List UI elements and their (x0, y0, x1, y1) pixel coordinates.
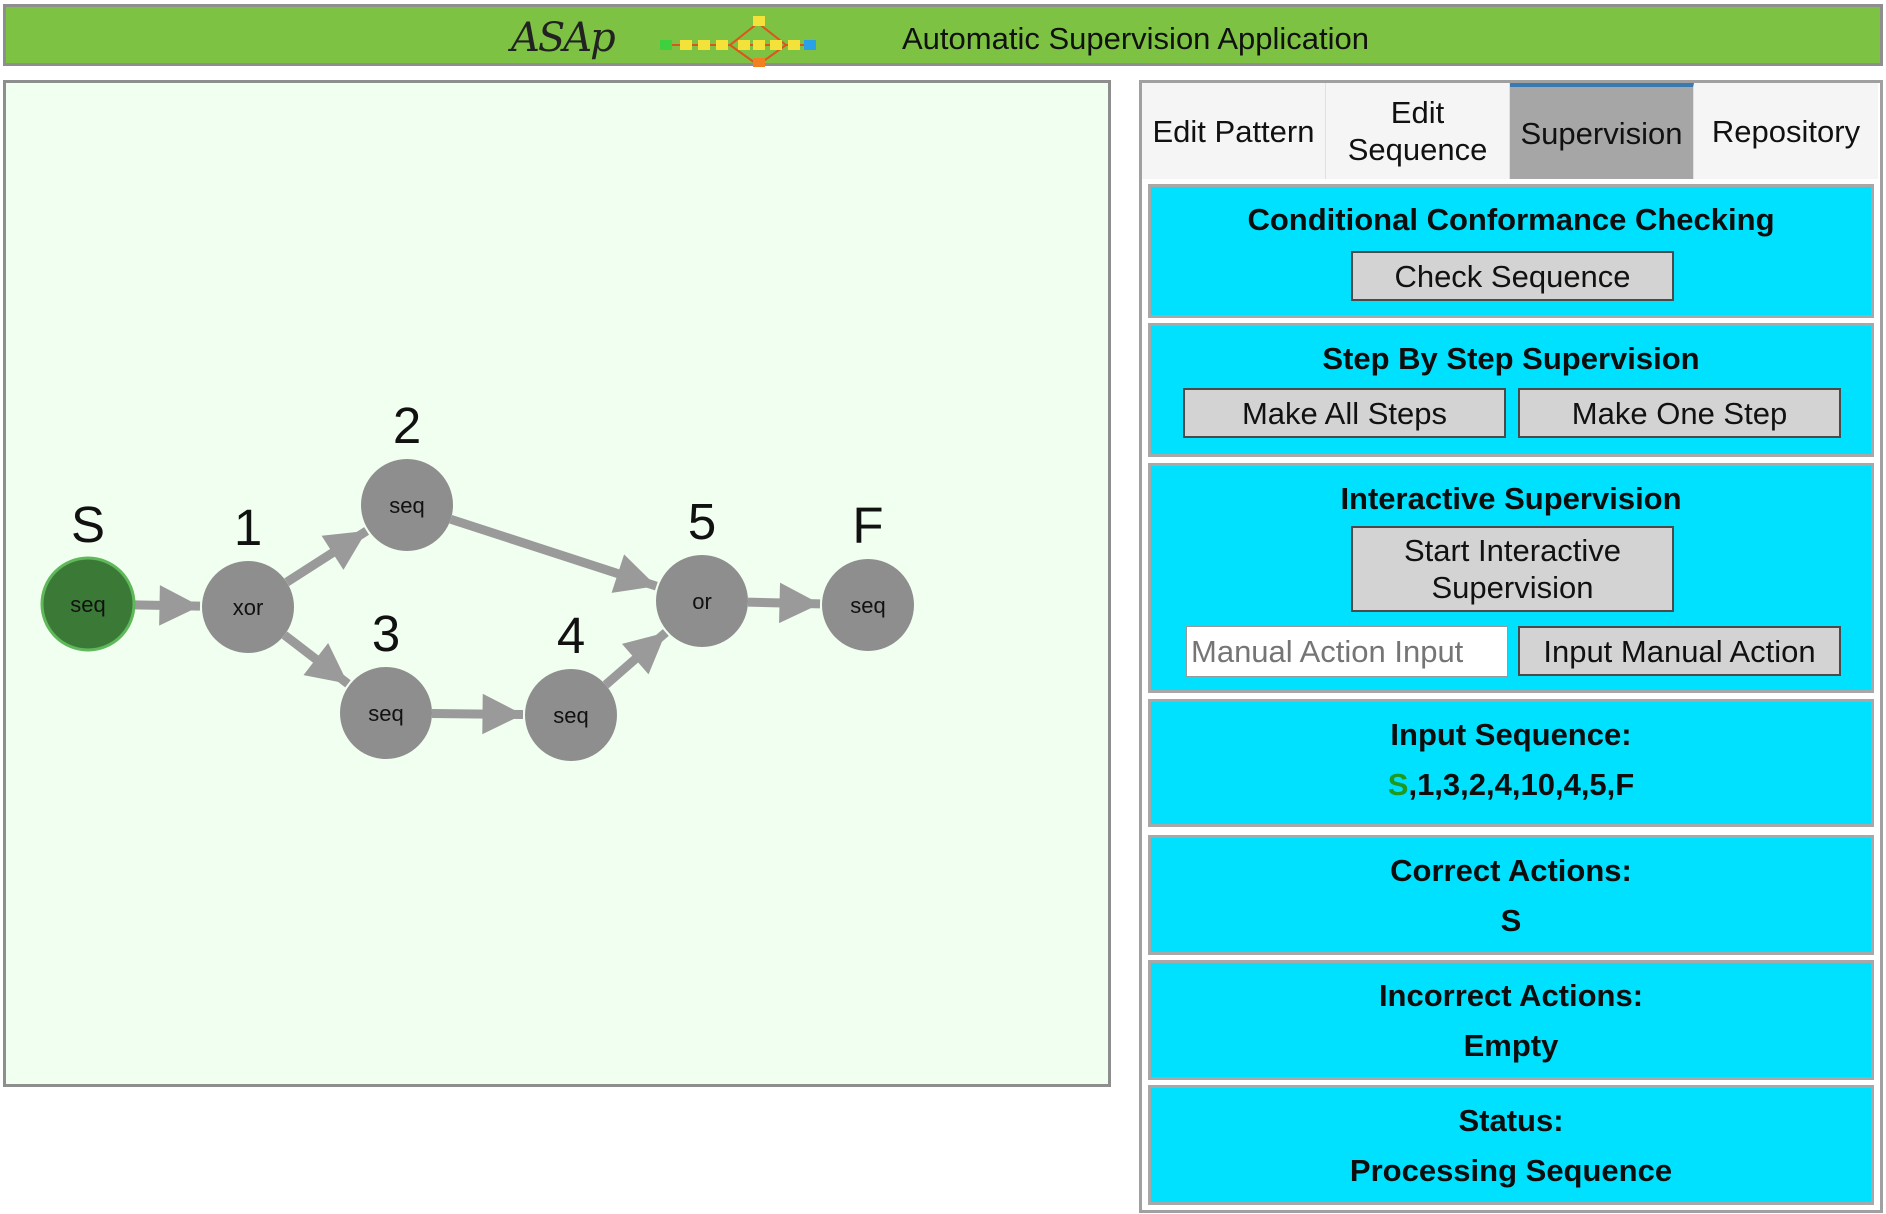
graph-node-2[interactable]: seq 2 (361, 397, 453, 551)
graph-nodes: seq Sxor 1 seq 2 seq 3 seq 4 or 5 seq F (40, 397, 914, 761)
interactive-section: Interactive Supervision Start Interactiv… (1148, 463, 1874, 693)
conformance-title: Conditional Conformance Checking (1247, 202, 1775, 237)
make-one-step-button[interactable]: Make One Step (1518, 388, 1841, 438)
app-title: Automatic Supervision Application (902, 21, 1369, 56)
pattern-graph-canvas[interactable]: seq Sxor 1 seq 2 seq 3 seq 4 or 5 seq F (3, 80, 1111, 1087)
node-type-label: seq (850, 593, 885, 618)
incorrect-actions-section: Incorrect Actions: Empty (1148, 960, 1874, 1080)
start-interactive-button[interactable]: Start Interactive Supervision (1351, 526, 1674, 612)
node-type-label: seq (389, 493, 424, 518)
pattern-graph[interactable]: seq Sxor 1 seq 2 seq 3 seq 4 or 5 seq F (6, 83, 1108, 1084)
edge-2-to-5 (449, 514, 658, 593)
step-by-step-title: Step By Step Supervision (1322, 341, 1700, 376)
correct-actions-section: Correct Actions: S (1148, 835, 1874, 955)
tab-supervision[interactable]: Supervision (1510, 83, 1694, 179)
node-id-label: 5 (688, 493, 716, 550)
tab-repository[interactable]: Repository (1694, 83, 1878, 179)
graph-node-4[interactable]: seq 4 (525, 607, 617, 761)
tab-edit-sequence[interactable]: Edit Sequence (1326, 83, 1510, 179)
node-id-label: S (71, 496, 105, 553)
correct-actions-title: Correct Actions: (1390, 853, 1632, 888)
make-all-steps-button[interactable]: Make All Steps (1183, 388, 1506, 438)
node-id-label: F (852, 497, 883, 554)
conformance-section: Conditional Conformance Checking Check S… (1148, 184, 1874, 318)
node-type-label: seq (70, 592, 105, 617)
step-by-step-section: Step By Step Supervision Make All Steps … (1148, 323, 1874, 457)
interactive-title: Interactive Supervision (1340, 481, 1682, 516)
app-header: ASAp Automatic Supervision Application (3, 4, 1883, 67)
node-type-label: seq (368, 701, 403, 726)
node-type-label: xor (233, 595, 264, 620)
edge-5-to-F (747, 582, 821, 624)
node-id-label: 3 (372, 605, 400, 662)
input-manual-action-button[interactable]: Input Manual Action (1518, 626, 1841, 676)
incorrect-actions-value: Empty (1463, 1028, 1559, 1063)
graph-node-F[interactable]: seq F (822, 497, 914, 651)
tab-edit-pattern[interactable]: Edit Pattern (1142, 83, 1326, 179)
app-logo-icon (660, 16, 816, 67)
app-logo-text: ASAp (511, 15, 616, 61)
input-sequence-section: Input Sequence: S,1,3,2,4,10,4,5,F (1148, 699, 1874, 827)
input-sequence-title: Input Sequence: (1390, 717, 1632, 752)
manual-action-input[interactable] (1186, 626, 1508, 677)
edge-1-to-2 (284, 527, 370, 586)
tab-bar: Edit Pattern Edit Sequence Supervision R… (1142, 83, 1880, 179)
status-value: Processing Sequence (1349, 1153, 1673, 1188)
control-panel: Edit Pattern Edit Sequence Supervision R… (1139, 80, 1883, 1213)
correct-actions-value: S (1500, 903, 1522, 938)
status-title: Status: (1458, 1103, 1564, 1138)
remaining-actions: ,1,3,2,4,10,4,5,F (1408, 767, 1635, 802)
graph-node-1[interactable]: xor 1 (202, 499, 294, 653)
edge-S-to-1 (133, 585, 201, 626)
node-type-label: or (692, 589, 712, 614)
node-id-label: 2 (393, 397, 421, 454)
node-id-label: 1 (234, 499, 262, 556)
graph-node-5[interactable]: or 5 (656, 493, 748, 647)
processed-actions: S (1387, 767, 1409, 802)
input-sequence-value: S,1,3,2,4,10,4,5,F (1151, 767, 1871, 803)
edge-3-to-4 (431, 693, 524, 735)
status-section: Status: Processing Sequence (1148, 1085, 1874, 1205)
incorrect-actions-title: Incorrect Actions: (1378, 978, 1644, 1013)
check-sequence-button[interactable]: Check Sequence (1351, 251, 1674, 301)
edge-1-to-3 (281, 631, 351, 688)
edge-4-to-5 (602, 629, 669, 689)
node-type-label: seq (553, 703, 588, 728)
node-id-label: 4 (557, 607, 585, 664)
graph-node-S[interactable]: seq S (40, 496, 136, 652)
graph-node-3[interactable]: seq 3 (340, 605, 432, 759)
